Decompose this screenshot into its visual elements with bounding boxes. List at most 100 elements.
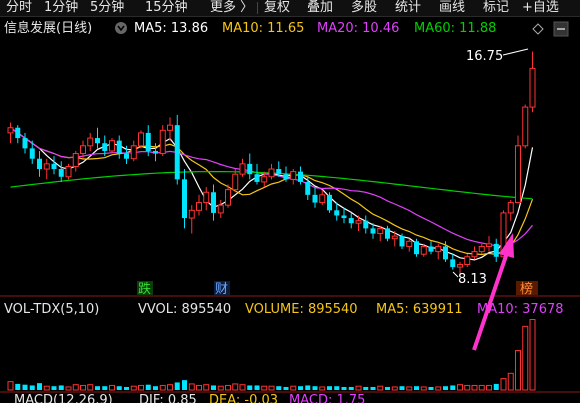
candlestick bbox=[428, 241, 434, 255]
volume-bar bbox=[493, 383, 499, 390]
volume-bar bbox=[232, 383, 239, 391]
volume-bar bbox=[298, 386, 303, 390]
button-fuquan[interactable]: 复权 bbox=[264, 0, 290, 16]
candlestick bbox=[529, 51, 536, 113]
volume-bar bbox=[29, 385, 35, 390]
candlestick bbox=[464, 254, 471, 268]
button-tongji[interactable]: 统计 bbox=[395, 0, 421, 16]
volume-bar bbox=[312, 386, 318, 390]
button-biaoji[interactable]: 标记 bbox=[483, 0, 509, 16]
candlestick bbox=[43, 158, 50, 180]
volume-bar bbox=[370, 386, 376, 390]
marker-bang[interactable]: 榜 bbox=[520, 281, 533, 297]
candlestick bbox=[72, 150, 79, 172]
ma-dropdown-icon[interactable] bbox=[115, 22, 127, 34]
button-huaxian[interactable]: 画线 bbox=[439, 0, 465, 16]
volume-bar bbox=[72, 384, 79, 391]
ma20-label: MA20: 10.46 bbox=[317, 21, 399, 36]
volume-bar bbox=[500, 378, 507, 391]
volume-bar bbox=[414, 386, 419, 390]
candlestick bbox=[188, 205, 195, 234]
marker-die[interactable]: 跌 bbox=[138, 281, 151, 297]
candlestick bbox=[305, 176, 311, 200]
candlestick bbox=[7, 122, 14, 144]
candlestick bbox=[182, 169, 187, 229]
volume-bar bbox=[435, 386, 442, 391]
marker-cai[interactable]: 财 bbox=[215, 282, 228, 297]
candlestick bbox=[327, 192, 332, 213]
candlestick bbox=[116, 135, 122, 159]
volume-bar bbox=[65, 386, 72, 391]
candlestick bbox=[211, 184, 216, 221]
volume-bar bbox=[290, 385, 297, 391]
candlestick bbox=[138, 130, 144, 149]
candlestick bbox=[37, 150, 42, 177]
button-diejia[interactable]: 叠加 bbox=[307, 0, 333, 16]
volume-bar bbox=[145, 384, 151, 390]
candlestick bbox=[130, 140, 137, 162]
volume-bar bbox=[130, 385, 137, 391]
volume-bar bbox=[341, 386, 347, 390]
volume-bar bbox=[399, 386, 405, 390]
candlestick bbox=[290, 169, 297, 185]
candlestick bbox=[377, 225, 384, 242]
tab-15min[interactable]: 15分钟 bbox=[145, 0, 188, 16]
volume-bar bbox=[363, 386, 369, 390]
volume-bar bbox=[109, 384, 115, 391]
volume-bar bbox=[261, 385, 268, 391]
volume-bar bbox=[406, 386, 413, 391]
volume-bar bbox=[443, 386, 448, 390]
macd-value: MACD: 1.75 bbox=[289, 393, 365, 403]
volume-bar bbox=[239, 384, 246, 391]
volume-bar bbox=[507, 372, 514, 391]
tab-5min[interactable]: 5分钟 bbox=[90, 0, 124, 16]
volume-bar bbox=[211, 385, 216, 390]
candlestick bbox=[87, 132, 94, 151]
collapse-icon[interactable] bbox=[553, 21, 569, 37]
tab-fenshi[interactable]: 分时 bbox=[6, 0, 32, 16]
candlestick bbox=[254, 163, 260, 185]
volume-bar bbox=[457, 384, 463, 391]
diamond-icon[interactable] bbox=[532, 23, 544, 35]
volume-bar bbox=[471, 384, 478, 391]
volume-bar bbox=[102, 386, 108, 390]
volume-bar bbox=[159, 384, 166, 391]
vol-title: VOL-TDX(5,10) bbox=[4, 302, 99, 317]
ma5-line bbox=[10, 127, 534, 261]
volume-bar bbox=[43, 385, 50, 391]
kline-chart-area[interactable]: 信息发展(日线) MA5: 13.86 MA10: 11.65 MA20: 10… bbox=[0, 0, 580, 403]
button-add-watchlist[interactable]: +自选 bbox=[522, 0, 559, 16]
volume-bar bbox=[225, 384, 231, 391]
candlestick bbox=[319, 189, 326, 206]
volume-bar bbox=[95, 386, 100, 390]
volume-bar bbox=[203, 384, 210, 391]
toolbar: 分时 1分钟 5分钟 15分钟 更多 〉复权 叠加 多股 统计 画线 标记 +自选 bbox=[0, 0, 580, 17]
volume-bar bbox=[80, 384, 86, 391]
stock-title: 信息发展(日线) bbox=[4, 20, 92, 36]
volume-bar bbox=[58, 385, 64, 390]
volume-bar bbox=[486, 384, 492, 391]
volume-bar bbox=[138, 384, 144, 391]
toolbar-separator bbox=[257, 2, 258, 14]
volume-bar bbox=[196, 384, 202, 391]
candlestick bbox=[507, 200, 514, 221]
volume-bar bbox=[22, 384, 28, 390]
volume-bar bbox=[420, 386, 427, 391]
candlestick bbox=[515, 135, 521, 204]
ma5-label: MA5: 13.86 bbox=[134, 21, 208, 36]
vol-ma5-label: MA5: 639911 bbox=[376, 302, 463, 317]
volume-bar bbox=[319, 386, 326, 391]
candlestick bbox=[65, 163, 72, 180]
candlestick bbox=[493, 238, 499, 262]
tab-more[interactable]: 更多 〉 bbox=[210, 0, 253, 16]
candlestick bbox=[312, 187, 318, 208]
candlestick bbox=[406, 238, 413, 252]
volume-bar bbox=[385, 386, 390, 390]
volume-bar bbox=[391, 386, 398, 391]
candlestick bbox=[203, 187, 210, 211]
button-duogu[interactable]: 多股 bbox=[351, 0, 377, 16]
macd-dif: DIF: 0.85 bbox=[139, 393, 197, 403]
candlestick bbox=[450, 254, 456, 270]
volume-bar bbox=[167, 384, 173, 391]
tab-1min[interactable]: 1分钟 bbox=[44, 0, 78, 16]
